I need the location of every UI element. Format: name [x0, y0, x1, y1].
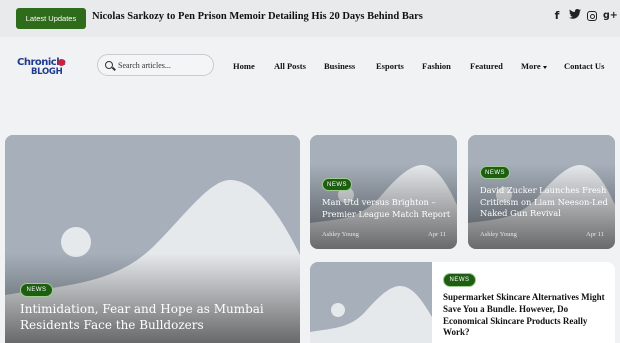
article-title[interactable]: Supermarket Skincare Alternatives Might … — [443, 292, 611, 339]
nav-home[interactable]: Home — [233, 61, 255, 71]
twitter-icon[interactable] — [569, 9, 581, 22]
article-card[interactable]: NEWS David Zucker Launches Fresh Critici… — [468, 135, 615, 249]
logo-dot-icon — [58, 59, 65, 66]
hero-article-card[interactable]: NEWS Intimidation, Fear and Hope as Mumb… — [5, 135, 300, 343]
search-icon[interactable] — [105, 61, 113, 69]
latest-updates-button[interactable]: Latest Updates — [16, 8, 86, 29]
site-header: Chronicle BLOGH Home All Posts Business … — [0, 37, 620, 95]
nav-business[interactable]: Business — [324, 61, 355, 71]
ticker-headline-link[interactable]: Nicolas Sarkozy to Pen Prison Memoir Det… — [92, 11, 423, 22]
google-plus-icon[interactable]: g+ — [603, 10, 618, 21]
category-badge[interactable]: NEWS — [443, 273, 476, 287]
article-author[interactable]: Ashley Young — [322, 231, 359, 238]
category-badge[interactable]: NEWS — [480, 166, 510, 179]
category-badge[interactable]: NEWS — [20, 283, 53, 297]
nav-more[interactable]: More — [521, 61, 547, 71]
site-logo[interactable]: Chronicle BLOGH — [17, 57, 82, 79]
category-badge[interactable]: NEWS — [322, 178, 352, 191]
article-title[interactable]: David Zucker Launches Fresh Criticism on… — [480, 185, 612, 220]
chevron-down-icon — [542, 65, 547, 69]
nav-more-label: More — [521, 61, 541, 71]
image-placeholder-icon — [310, 262, 432, 343]
article-card-horizontal[interactable]: NEWS Supermarket Skincare Alternatives M… — [310, 262, 615, 343]
search-box — [97, 54, 214, 76]
article-author[interactable]: Ashley Young — [480, 231, 517, 238]
facebook-icon[interactable]: f — [551, 9, 563, 22]
nav-contact-us[interactable]: Contact Us — [564, 61, 604, 71]
social-links: f g+ — [551, 9, 618, 22]
article-date: Apr 11 — [586, 231, 604, 238]
nav-fashion[interactable]: Fashion — [422, 61, 451, 71]
article-title[interactable]: Man Utd versus Brighton – Premier League… — [322, 197, 454, 220]
article-title[interactable]: Intimidation, Fear and Hope as Mumbai Re… — [20, 302, 285, 333]
article-date: Apr 11 — [428, 231, 446, 238]
nav-all-posts[interactable]: All Posts — [274, 61, 306, 71]
top-bar: Latest Updates Nicolas Sarkozy to Pen Pr… — [0, 0, 620, 37]
search-input[interactable] — [118, 58, 210, 73]
article-card[interactable]: NEWS Man Utd versus Brighton – Premier L… — [310, 135, 457, 249]
nav-esports[interactable]: Esports — [376, 61, 404, 71]
logo-text-line2: BLOGH — [31, 67, 63, 77]
instagram-icon[interactable] — [587, 10, 597, 21]
nav-featured[interactable]: Featured — [470, 61, 503, 71]
article-thumbnail[interactable] — [310, 262, 432, 343]
